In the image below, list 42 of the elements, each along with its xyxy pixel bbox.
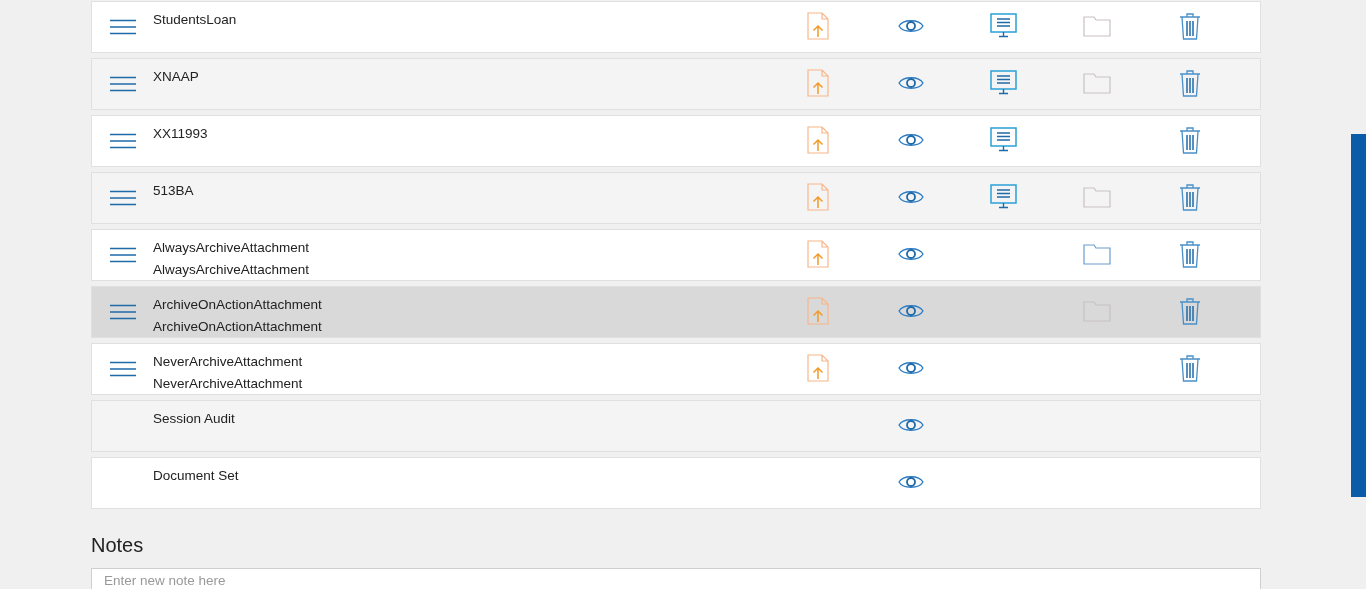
document-name: ArchiveOnActionAttachment [153,318,322,336]
monitor-icon[interactable] [990,127,1017,152]
trash-icon[interactable] [1178,125,1201,154]
trash-icon[interactable] [1178,353,1201,382]
document-row[interactable]: AlwaysArchiveAttachment AlwaysArchiveAttachment [91,229,1261,281]
document-name: AlwaysArchiveAttachment [153,239,310,257]
notes-heading: Notes [91,533,144,558]
document-name: NeverArchiveAttachment [153,375,303,393]
document-row[interactable]: 513BA [91,172,1261,224]
document-name: XNAAP [153,68,199,86]
document-name: XX11993 [153,125,208,143]
document-name: NeverArchiveAttachment [153,353,303,371]
document-row[interactable]: ArchiveOnActionAttachment ArchiveOnActionAttachment [91,286,1261,338]
document-row[interactable]: Document Set [91,457,1261,509]
menu-icon[interactable] [109,304,136,320]
menu-icon[interactable] [109,133,136,149]
trash-icon[interactable] [1178,68,1201,97]
document-name: 513BA [153,182,194,200]
document-row[interactable]: StudentsLoan [91,1,1261,53]
menu-icon[interactable] [109,247,136,263]
trash-icon[interactable] [1178,296,1201,325]
trash-icon[interactable] [1178,182,1201,211]
document-name: StudentsLoan [153,11,237,29]
menu-icon[interactable] [109,76,136,92]
menu-icon[interactable] [109,19,136,35]
document-name: Session Audit [153,410,235,428]
note-input-field[interactable]: Enter new note here [91,568,1261,589]
monitor-icon[interactable] [990,184,1017,209]
document-name: Document Set [153,467,239,485]
monitor-icon[interactable] [990,70,1017,95]
document-name: ArchiveOnActionAttachment [153,296,322,314]
document-row[interactable]: XNAAP [91,58,1261,110]
monitor-icon[interactable] [990,13,1017,38]
scrollbar[interactable] [1351,134,1366,497]
document-name: AlwaysArchiveAttachment [153,261,310,279]
trash-icon[interactable] [1178,11,1201,40]
menu-icon[interactable] [109,190,136,206]
document-row[interactable]: Session Audit [91,400,1261,452]
document-row[interactable]: XX11993 [91,115,1261,167]
trash-icon[interactable] [1178,239,1201,268]
document-row[interactable]: NeverArchiveAttachment NeverArchiveAttachment [91,343,1261,395]
menu-icon[interactable] [109,361,136,377]
